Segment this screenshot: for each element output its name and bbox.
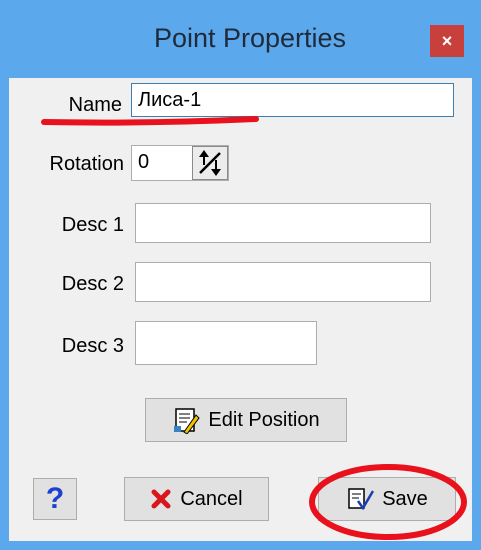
red-annotation-overlay: [41, 116, 467, 540]
point-properties-window: Point Properties × Name Лиса-1 Rotation …: [0, 0, 481, 550]
save-circle-annotation: [309, 464, 467, 540]
name-underline-annotation: [41, 116, 259, 126]
